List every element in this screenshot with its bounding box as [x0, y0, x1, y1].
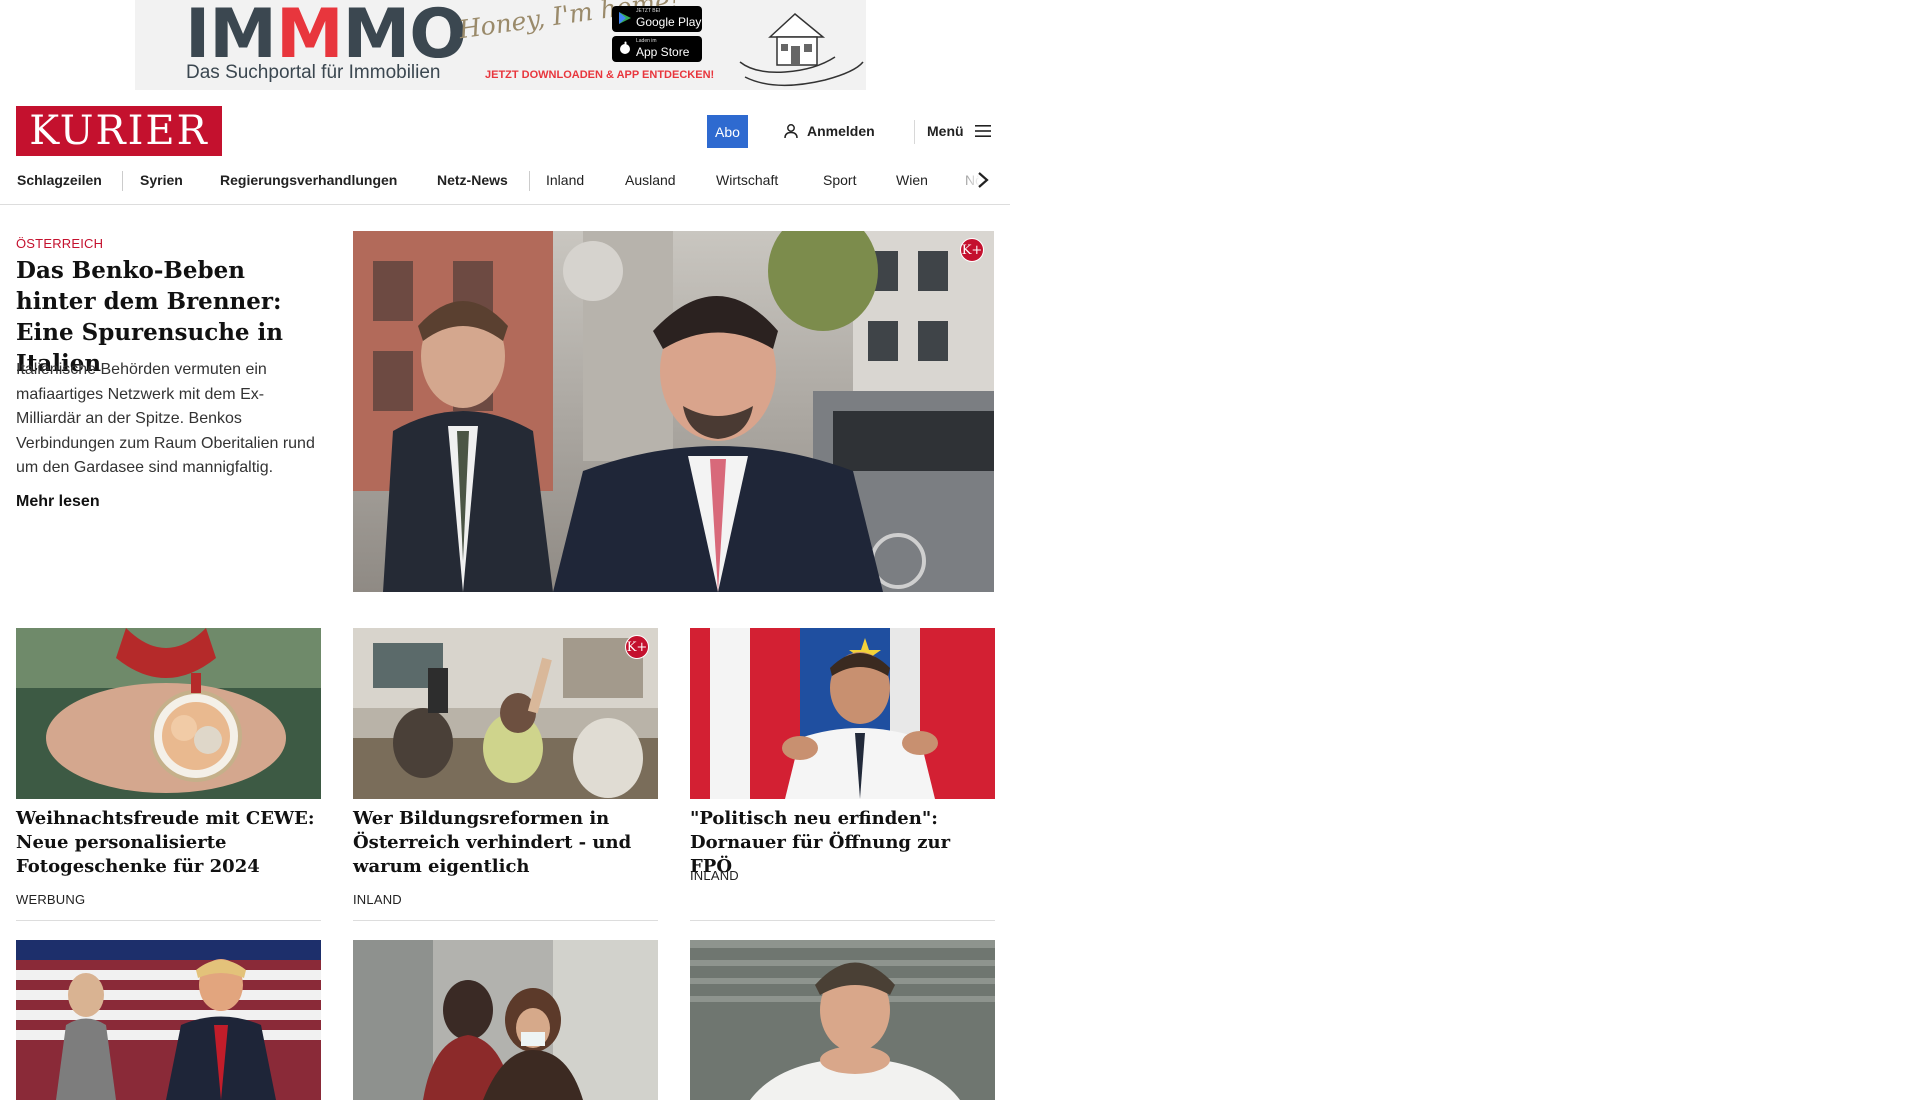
card-divider [353, 920, 658, 921]
man-portrait-photo [690, 940, 995, 1100]
ad-logo: IMMMO [185, 0, 467, 74]
nav-separator [529, 171, 530, 191]
site-header: KURIER Abo Anmelden Menü [0, 104, 1004, 156]
card-image[interactable] [690, 628, 995, 799]
card-category: INLAND [353, 892, 402, 907]
header-divider [914, 120, 915, 144]
kurier-logo[interactable]: KURIER [16, 106, 222, 156]
login-label: Anmelden [807, 123, 875, 139]
card-image[interactable]: K+ [353, 628, 658, 799]
kplus-badge: K+ [960, 238, 984, 262]
article-card-image[interactable] [690, 940, 995, 1100]
card-title[interactable]: Weihnachtsfreude mit CEWE: Neue personal… [16, 807, 321, 879]
apple-icon [620, 41, 630, 54]
politician-photo [690, 628, 995, 799]
house-in-hand-icon [739, 13, 864, 87]
card-image[interactable] [16, 628, 321, 799]
kplus-badge: K+ [625, 635, 649, 659]
nav-item-schlagzeilen[interactable]: Schlagzeilen [17, 161, 102, 199]
menu-button[interactable]: Menü [927, 116, 992, 146]
article-card-image[interactable] [16, 940, 321, 1100]
nav-item-inland[interactable]: Inland [546, 161, 584, 199]
nav-item-regierungsverhandlungen[interactable]: Regierungsverhandlungen [220, 161, 397, 199]
article-card-image[interactable] [353, 940, 658, 1100]
trump-photo [16, 940, 321, 1100]
chevron-right-icon[interactable] [976, 171, 990, 189]
nav-separator [122, 171, 123, 191]
app-store-badge[interactable]: Laden im App Store [612, 36, 702, 62]
nav-item-netz-news[interactable]: Netz-News [437, 161, 508, 199]
hero-photo [353, 231, 994, 592]
card-category: WERBUNG [16, 892, 86, 907]
nav-item-wien[interactable]: Wien [896, 161, 928, 199]
hero-kicker[interactable]: ÖSTERREICH [16, 236, 103, 251]
user-icon [784, 124, 798, 139]
google-play-icon [619, 12, 631, 24]
nav-item-wirtschaft[interactable]: Wirtschaft [716, 161, 778, 199]
card-divider [16, 920, 321, 921]
hero-teaser: Italienische Behörden vermuten ein mafia… [16, 361, 315, 476]
hero-image[interactable]: K+ [353, 231, 994, 592]
women-photo [353, 940, 658, 1100]
app-store-label: App Store [636, 45, 690, 59]
read-more-link[interactable]: Mehr lesen [16, 493, 100, 511]
nav-item-sport[interactable]: Sport [823, 161, 856, 199]
abo-button[interactable]: Abo [707, 115, 748, 148]
menu-label: Menü [927, 123, 964, 139]
card-title[interactable]: Wer Bildungsreformen in Öster­reich verh… [353, 807, 658, 879]
card-category: INLAND [690, 868, 739, 883]
google-play-label: Google Play [636, 15, 702, 29]
card-divider [690, 920, 995, 921]
ad-banner[interactable]: IMMMO Das Suchportal für Immobilien Hone… [135, 0, 866, 90]
nav-item-syrien[interactable]: Syrien [140, 161, 183, 199]
main-navigation: Schlagzeilen Syrien Regierungsverhandlun… [0, 161, 1010, 205]
google-play-badge[interactable]: JETZT BEI Google Play [612, 6, 702, 32]
hamburger-icon [974, 125, 991, 137]
ad-tagline: Das Suchportal für Immobilien [186, 62, 441, 83]
ornament-photo [16, 628, 321, 799]
login-button[interactable]: Anmelden [783, 116, 875, 146]
nav-item-ausland[interactable]: Ausland [625, 161, 676, 199]
ad-cta: JETZT DOWNLOADEN & APP ENTDECKEN! [485, 69, 715, 81]
classroom-photo [353, 628, 658, 799]
